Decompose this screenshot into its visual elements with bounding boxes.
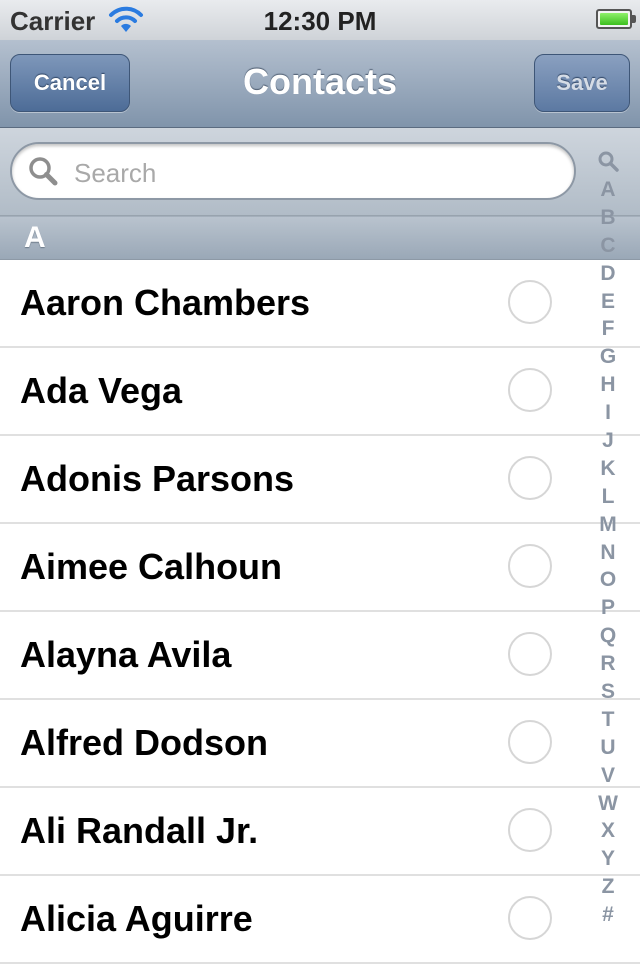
- index-letter[interactable]: E: [592, 288, 624, 316]
- index-letter[interactable]: #: [592, 901, 624, 929]
- contact-name: Aaron Chambers: [20, 282, 311, 323]
- index-letter[interactable]: U: [592, 734, 624, 762]
- section-index[interactable]: A B C D E F G H I J K L M N O P Q R S T …: [592, 150, 624, 929]
- index-letter[interactable]: V: [592, 762, 624, 790]
- index-letter[interactable]: T: [592, 706, 624, 734]
- select-circle[interactable]: [508, 456, 552, 500]
- contact-name: Alicia Aguirre: [20, 898, 253, 939]
- index-letter[interactable]: G: [592, 343, 624, 371]
- contact-name: Alfred Dodson: [20, 722, 268, 763]
- section-header-label: A: [24, 221, 46, 254]
- index-letter[interactable]: A: [592, 176, 624, 204]
- index-letter[interactable]: S: [592, 678, 624, 706]
- save-button[interactable]: Save: [534, 54, 630, 112]
- index-letter[interactable]: M: [592, 511, 624, 539]
- index-letter[interactable]: K: [592, 455, 624, 483]
- contact-name: Aimee Calhoun: [20, 546, 283, 587]
- index-letter[interactable]: O: [592, 566, 624, 594]
- index-letter[interactable]: F: [592, 315, 624, 343]
- search-bar: Search: [0, 128, 640, 216]
- section-header: A: [0, 216, 640, 260]
- index-letter[interactable]: W: [592, 790, 624, 818]
- index-letter[interactable]: C: [592, 232, 624, 260]
- select-circle[interactable]: [508, 720, 552, 764]
- select-circle[interactable]: [508, 632, 552, 676]
- search-input[interactable]: Search: [10, 142, 576, 200]
- search-icon: [29, 157, 58, 186]
- index-letter[interactable]: J: [592, 427, 624, 455]
- contact-list: Aaron Chambers Ada Vega Adonis Parsons A…: [0, 260, 640, 964]
- index-letter[interactable]: P: [592, 594, 624, 622]
- contact-name: Ada Vega: [20, 370, 183, 411]
- navigation-bar: Cancel Contacts Save: [0, 40, 640, 128]
- select-circle[interactable]: [508, 544, 552, 588]
- index-letter[interactable]: D: [592, 260, 624, 288]
- select-circle[interactable]: [508, 368, 552, 412]
- contact-row[interactable]: Alfred Dodson: [0, 700, 640, 788]
- index-letter[interactable]: N: [592, 539, 624, 567]
- contact-row[interactable]: Aimee Calhoun: [0, 524, 640, 612]
- index-letter[interactable]: R: [592, 650, 624, 678]
- contact-name: Alayna Avila: [20, 634, 232, 675]
- select-circle[interactable]: [508, 808, 552, 852]
- contact-row[interactable]: Aaron Chambers: [0, 260, 640, 348]
- index-letter[interactable]: Q: [592, 622, 624, 650]
- contact-row[interactable]: Alayna Avila: [0, 612, 640, 700]
- contact-name: Ali Randall Jr.: [20, 810, 259, 851]
- contact-row[interactable]: Alicia Aguirre: [0, 876, 640, 964]
- battery-icon: [596, 9, 636, 29]
- index-letter[interactable]: B: [592, 204, 624, 232]
- search-placeholder: Search: [74, 158, 157, 188]
- contact-row[interactable]: Adonis Parsons: [0, 436, 640, 524]
- select-circle[interactable]: [508, 896, 552, 940]
- contact-name: Adonis Parsons: [20, 458, 295, 499]
- contact-row[interactable]: Ali Randall Jr.: [0, 788, 640, 876]
- index-search-icon[interactable]: [597, 150, 619, 172]
- status-bar: Carrier 12:30 PM: [0, 0, 640, 41]
- contact-row[interactable]: Ada Vega: [0, 348, 640, 436]
- clock: 12:30 PM: [263, 6, 377, 36]
- index-letter[interactable]: L: [592, 483, 624, 511]
- index-letter[interactable]: I: [592, 399, 624, 427]
- select-circle[interactable]: [508, 280, 552, 324]
- index-letter[interactable]: Z: [592, 873, 624, 901]
- index-letter[interactable]: Y: [592, 845, 624, 873]
- index-letter[interactable]: X: [592, 817, 624, 845]
- index-letter[interactable]: H: [592, 371, 624, 399]
